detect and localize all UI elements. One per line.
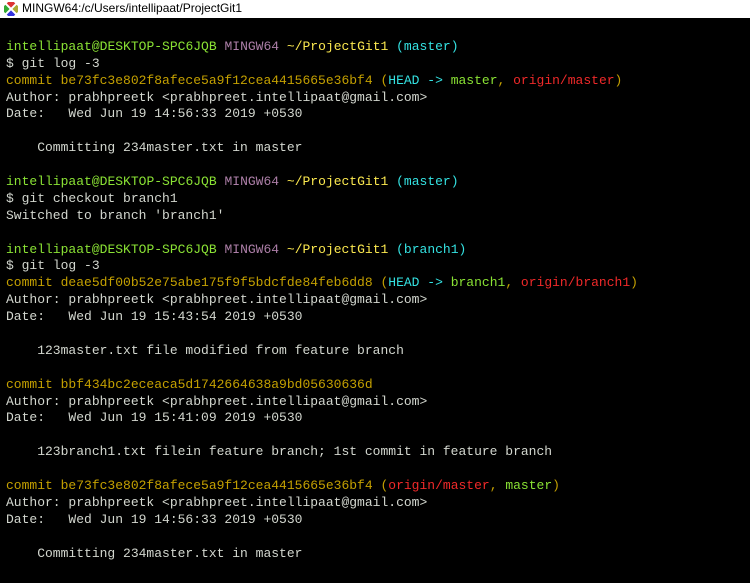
author-line: Author: prabhpreetk <prabhpreet.intellip… [6, 90, 744, 107]
author-line: Author: prabhpreetk <prabhpreet.intellip… [6, 394, 744, 411]
command-line: $ git checkout branch1 [6, 191, 744, 208]
author-line: Author: prabhpreetk <prabhpreet.intellip… [6, 495, 744, 512]
date-line: Date: Wed Jun 19 15:43:54 2019 +0530 [6, 309, 744, 326]
date-line: Date: Wed Jun 19 15:41:09 2019 +0530 [6, 410, 744, 427]
window-title: MINGW64:/c/Users/intellipaat/ProjectGit1 [22, 1, 242, 17]
command-line: $ git log -3 [6, 258, 744, 275]
date-line: Date: Wed Jun 19 14:56:33 2019 +0530 [6, 512, 744, 529]
date-line: Date: Wed Jun 19 14:56:33 2019 +0530 [6, 106, 744, 123]
commit-msg: 123master.txt file modified from feature… [6, 343, 744, 360]
terminal-content[interactable]: intellipaat@DESKTOP-SPC6JQB MINGW64 ~/Pr… [0, 18, 750, 567]
commit-msg: 123branch1.txt filein feature branch; 1s… [6, 444, 744, 461]
title-bar: MINGW64:/c/Users/intellipaat/ProjectGit1 [0, 0, 750, 18]
command-line: $ git log -3 [6, 56, 744, 73]
git-bash-icon [4, 2, 18, 16]
author-line: Author: prabhpreetk <prabhpreet.intellip… [6, 292, 744, 309]
prompt-line: intellipaat@DESKTOP-SPC6JQB MINGW64 ~/Pr… [6, 242, 744, 259]
commit-line: commit be73fc3e802f8afece5a9f12cea441566… [6, 73, 744, 90]
output-line: Switched to branch 'branch1' [6, 208, 744, 225]
commit-msg: Committing 234master.txt in master [6, 140, 744, 157]
prompt-line: intellipaat@DESKTOP-SPC6JQB MINGW64 ~/Pr… [6, 174, 744, 191]
commit-line: commit bbf434bc2eceaca5d1742664638a9bd05… [6, 377, 744, 394]
commit-line: commit deae5df00b52e75abe175f9f5bdcfde84… [6, 275, 744, 292]
commit-msg: Committing 234master.txt in master [6, 546, 744, 563]
commit-line: commit be73fc3e802f8afece5a9f12cea441566… [6, 478, 744, 495]
prompt-line: intellipaat@DESKTOP-SPC6JQB MINGW64 ~/Pr… [6, 39, 744, 56]
